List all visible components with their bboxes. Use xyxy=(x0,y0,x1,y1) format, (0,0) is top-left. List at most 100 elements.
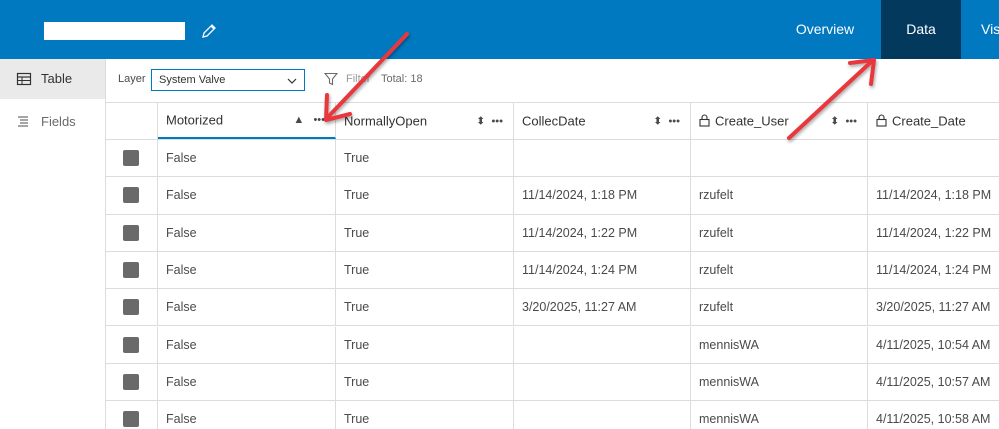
cell-normallyopen[interactable]: True xyxy=(336,214,514,251)
table-row[interactable]: False True 11/14/2024, 1:22 PM rzufelt 11/14… xyxy=(106,214,999,252)
filter-button[interactable]: Filter xyxy=(346,73,370,85)
pencil-icon[interactable] xyxy=(200,22,218,40)
cell-motorized[interactable]: False xyxy=(158,363,336,401)
table-row[interactable]: False True mennisWA 4/11/2025, 10:58 AM xyxy=(106,401,999,429)
cell-create-date[interactable]: 11/14/2024, 1:24 PM xyxy=(868,252,999,288)
cell-normallyopen[interactable]: True xyxy=(336,289,514,326)
cell-motorized[interactable]: False xyxy=(158,401,336,429)
cell-collecdate[interactable]: 11/14/2024, 1:24 PM xyxy=(514,251,691,289)
column-header-create-date[interactable]: Create_Date xyxy=(868,103,999,139)
sidebar: Table Fields xyxy=(0,59,106,429)
cell-collecdate[interactable]: 11/14/2024, 1:18 PM xyxy=(514,177,691,214)
row-select-checkbox[interactable] xyxy=(123,373,139,390)
sort-icon[interactable]: ⬍ xyxy=(476,116,485,128)
total-count: Total: 18 xyxy=(381,73,423,85)
cell-create-user[interactable]: rzufelt xyxy=(691,214,868,251)
cell-text: 11/14/2024, 1:22 PM xyxy=(522,225,638,240)
row-select-checkbox[interactable] xyxy=(123,411,139,428)
row-select-cell xyxy=(106,140,158,177)
cell-create-date[interactable]: 4/11/2025, 10:58 AM xyxy=(868,401,999,429)
cell-text: True xyxy=(344,374,370,389)
cell-normallyopen[interactable]: True xyxy=(336,177,514,214)
cell-motorized[interactable]: False xyxy=(158,214,336,251)
cell-collecdate[interactable]: 3/20/2025, 11:27 AM xyxy=(514,289,691,326)
table-row[interactable]: False True xyxy=(106,140,999,178)
column-header-motorized[interactable]: Motorized ▲ ••• xyxy=(158,103,336,139)
row-select-cell xyxy=(106,326,158,363)
cell-create-date[interactable]: 11/14/2024, 1:18 PM xyxy=(868,177,999,213)
cell-create-user[interactable] xyxy=(691,140,868,177)
column-header-create-user[interactable]: Create_User ⬍ ••• xyxy=(691,103,868,139)
cell-create-user[interactable]: mennisWA xyxy=(691,363,868,401)
cell-collecdate[interactable] xyxy=(514,363,691,401)
sort-icon[interactable]: ⬍ xyxy=(830,116,839,128)
cell-motorized[interactable]: False xyxy=(158,326,336,363)
column-header-collecdate[interactable]: CollecDate ⬍ ••• xyxy=(514,103,691,139)
sidebar-item-fields[interactable]: Fields xyxy=(0,102,105,142)
cell-create-date[interactable]: 11/14/2024, 1:22 PM xyxy=(868,215,999,251)
row-select-checkbox[interactable] xyxy=(123,150,139,167)
row-select-checkbox[interactable] xyxy=(123,262,139,279)
cell-normallyopen[interactable]: True xyxy=(336,326,514,363)
cell-create-user[interactable]: mennisWA xyxy=(691,326,868,363)
cell-collecdate[interactable]: 11/14/2024, 1:22 PM xyxy=(514,214,691,251)
cell-motorized[interactable]: False xyxy=(158,251,336,289)
row-select-checkbox[interactable] xyxy=(123,187,139,204)
table-row[interactable]: False True 11/14/2024, 1:24 PM rzufelt 11/14… xyxy=(106,251,999,290)
item-title-field[interactable] xyxy=(44,22,185,40)
column-menu-icon[interactable]: ••• xyxy=(668,116,680,128)
cell-create-date[interactable] xyxy=(868,140,999,176)
row-select-checkbox[interactable] xyxy=(123,224,139,241)
sort-icon[interactable]: ⬍ xyxy=(653,116,662,128)
cell-text: 3/20/2025, 11:27 AM xyxy=(522,300,637,315)
cell-create-date[interactable]: 3/20/2025, 11:27 AM xyxy=(868,289,999,325)
cell-normallyopen[interactable]: True xyxy=(336,363,514,401)
sort-ascending-icon[interactable]: ▲ xyxy=(293,114,304,126)
cell-create-user[interactable]: rzufelt xyxy=(691,251,868,289)
cell-create-date[interactable]: 4/11/2025, 10:54 AM xyxy=(868,327,999,363)
cell-normallyopen[interactable]: True xyxy=(336,251,514,289)
lock-icon xyxy=(699,114,710,127)
cell-text: True xyxy=(344,337,370,352)
column-menu-icon[interactable]: ••• xyxy=(313,114,325,126)
row-select-cell xyxy=(106,251,158,289)
cell-normallyopen[interactable]: True xyxy=(336,401,514,429)
cell-text: False xyxy=(166,337,197,352)
cell-text: False xyxy=(166,300,197,315)
row-select-checkbox[interactable] xyxy=(123,336,139,353)
cell-text: False xyxy=(166,188,197,203)
cell-create-user[interactable]: rzufelt xyxy=(691,289,868,326)
cell-motorized[interactable]: False xyxy=(158,289,336,326)
column-menu-icon[interactable]: ••• xyxy=(845,116,857,128)
cell-create-user[interactable]: mennisWA xyxy=(691,401,868,429)
cell-motorized[interactable]: False xyxy=(158,177,336,214)
cell-create-date[interactable]: 4/11/2025, 10:57 AM xyxy=(868,364,999,400)
cell-create-user[interactable]: rzufelt xyxy=(691,177,868,214)
table-row[interactable]: False True mennisWA 4/11/2025, 10:54 AM xyxy=(106,326,999,364)
tab-data[interactable]: Data xyxy=(881,0,961,59)
row-select-checkbox[interactable] xyxy=(123,299,139,316)
row-select-cell xyxy=(106,401,158,429)
tab-overview[interactable]: Overview xyxy=(781,0,869,59)
tab-visualization[interactable]: Vis xyxy=(981,0,999,59)
cell-text: rzufelt xyxy=(699,263,734,278)
cell-collecdate[interactable] xyxy=(514,326,691,363)
table-header-row: Motorized ▲ ••• NormallyOpen ⬍ ••• Colle… xyxy=(106,103,999,140)
column-menu-icon[interactable]: ••• xyxy=(491,116,503,128)
cell-normallyopen[interactable]: True xyxy=(336,140,514,177)
row-select-cell xyxy=(106,177,158,214)
cell-text: rzufelt xyxy=(699,225,734,240)
column-header-normallyopen[interactable]: NormallyOpen ⬍ ••• xyxy=(336,103,514,139)
cell-text: False xyxy=(166,263,197,278)
chevron-down-icon xyxy=(287,78,297,84)
table-row[interactable]: False True 11/14/2024, 1:18 PM rzufelt 11/14… xyxy=(106,177,999,215)
layer-select[interactable]: System Valve xyxy=(151,69,305,91)
table-row[interactable]: False True 3/20/2025, 11:27 AM rzufelt 3/20/… xyxy=(106,289,999,327)
cell-text: mennisWA xyxy=(699,412,759,427)
cell-motorized[interactable]: False xyxy=(158,140,336,177)
filter-icon[interactable] xyxy=(324,72,338,86)
cell-collecdate[interactable] xyxy=(514,401,691,429)
sidebar-item-table[interactable]: Table xyxy=(0,59,105,99)
table-row[interactable]: False True mennisWA 4/11/2025, 10:57 AM xyxy=(106,363,999,402)
cell-collecdate[interactable] xyxy=(514,140,691,177)
